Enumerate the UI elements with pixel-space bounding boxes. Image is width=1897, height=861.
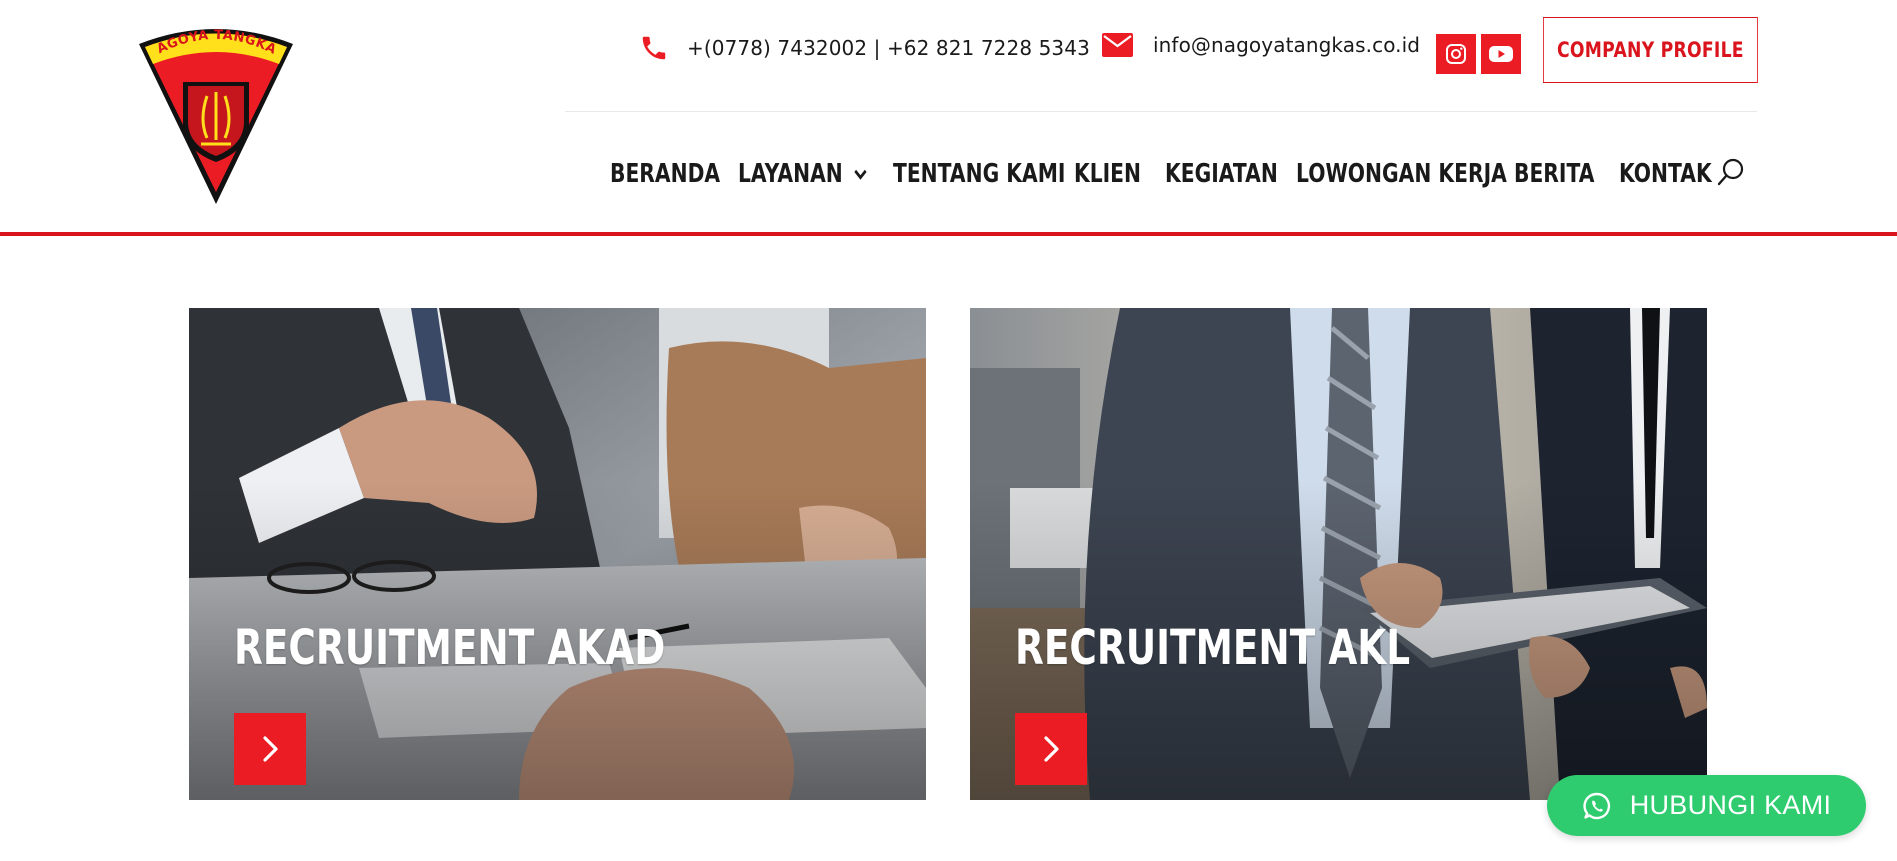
nav-label-berita: BERITA xyxy=(1514,159,1595,189)
nav-item-klien[interactable]: KLIEN xyxy=(1074,152,1165,196)
card-arrow-button-akad[interactable] xyxy=(234,713,306,785)
nav-label-beranda: BERANDA xyxy=(610,159,721,189)
instagram-icon xyxy=(1446,44,1466,64)
nav-label-kontak: KONTAK xyxy=(1619,159,1712,189)
nav-label-tentang-kami: TENTANG KAMI xyxy=(893,159,1066,189)
phone-contact[interactable]: +(0778) 7432002 | +62 821 7228 5343 xyxy=(639,33,1090,63)
card-arrow-button-akl[interactable] xyxy=(1015,713,1087,785)
nav-label-kegiatan: KEGIATAN xyxy=(1165,159,1278,189)
nav-item-lowongan-kerja[interactable]: LOWONGAN KERJA xyxy=(1296,152,1514,196)
recruitment-akad-card[interactable]: RECRUITMENT AKAD xyxy=(189,308,926,800)
site-header: NAGOYA TANGKAS +(0778) 7432002 | +62 821… xyxy=(0,0,1897,236)
search-icon[interactable] xyxy=(1716,157,1746,187)
youtube-button[interactable] xyxy=(1481,34,1521,74)
main-nav: BERANDA LAYANAN TENTANG KAMI KLIEN KEGIA… xyxy=(610,152,1715,196)
nav-item-kontak[interactable]: KONTAK xyxy=(1619,152,1715,196)
card-title-akl: RECRUITMENT AKL xyxy=(1015,620,1411,676)
recruitment-akl-card[interactable]: RECRUITMENT AKL xyxy=(970,308,1707,800)
nav-label-layanan: LAYANAN xyxy=(738,159,868,189)
email-contact[interactable]: info@nagoyatangkas.co.id xyxy=(1102,33,1420,57)
company-profile-button[interactable]: COMPANY PROFILE xyxy=(1543,17,1758,83)
header-divider xyxy=(565,111,1757,112)
whatsapp-label: HUBUNGI KAMI xyxy=(1629,790,1832,820)
card-title-akad: RECRUITMENT AKAD xyxy=(234,620,666,676)
contact-bar: +(0778) 7432002 | +62 821 7228 5343 info… xyxy=(565,17,1758,83)
nav-item-berita[interactable]: BERITA xyxy=(1514,152,1619,196)
chevron-right-icon xyxy=(1044,736,1059,762)
whatsapp-contact-button[interactable]: HUBUNGI KAMI xyxy=(1547,775,1866,836)
youtube-icon xyxy=(1489,46,1513,62)
nav-item-layanan[interactable]: LAYANAN xyxy=(738,152,893,196)
nagoya-tangkas-logo[interactable]: NAGOYA TANGKAS xyxy=(137,22,295,206)
nav-label-layanan-text: LAYANAN xyxy=(738,159,843,189)
instagram-button[interactable] xyxy=(1436,34,1476,74)
nav-label-lowongan-kerja: LOWONGAN KERJA xyxy=(1296,159,1507,189)
nav-label-klien: KLIEN xyxy=(1074,159,1142,189)
phone-numbers: +(0778) 7432002 | +62 821 7228 5343 xyxy=(687,36,1090,60)
nav-item-beranda[interactable]: BERANDA xyxy=(610,152,738,196)
nav-item-kegiatan[interactable]: KEGIATAN xyxy=(1165,152,1296,196)
chevron-down-icon xyxy=(854,169,867,180)
email-address: info@nagoyatangkas.co.id xyxy=(1153,33,1421,57)
phone-icon xyxy=(642,36,666,60)
nav-item-tentang-kami[interactable]: TENTANG KAMI xyxy=(893,152,1074,196)
whatsapp-icon xyxy=(1583,792,1610,819)
chevron-right-icon xyxy=(263,736,278,762)
mail-icon xyxy=(1102,33,1133,57)
